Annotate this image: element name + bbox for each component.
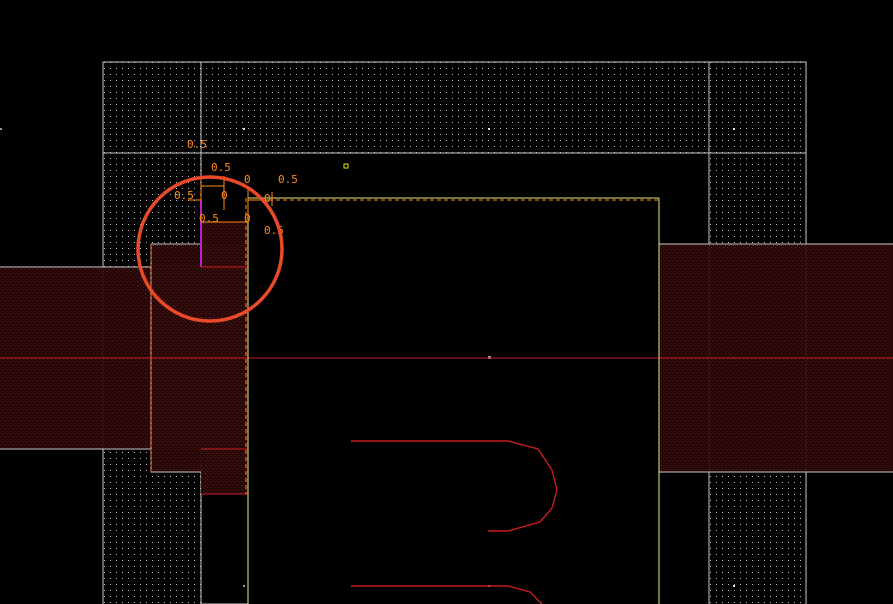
dimension-label: 0.5 xyxy=(199,212,219,225)
dimension-label: 0 xyxy=(244,212,251,225)
dimension-label: 0 xyxy=(221,189,228,202)
guard-ring-top xyxy=(103,62,806,153)
dimension-label: 0.5 xyxy=(278,173,298,186)
dimension-label: 0.5 xyxy=(187,138,207,151)
dimension-label: 0 xyxy=(244,173,251,186)
dimension-label: 0.5 xyxy=(174,189,194,202)
layout-canvas[interactable]: 0.5 0.5 0 0.5 0.5 0 0 0.5 0 0.5 xyxy=(0,0,893,604)
dimension-label: 0.5 xyxy=(211,161,231,174)
